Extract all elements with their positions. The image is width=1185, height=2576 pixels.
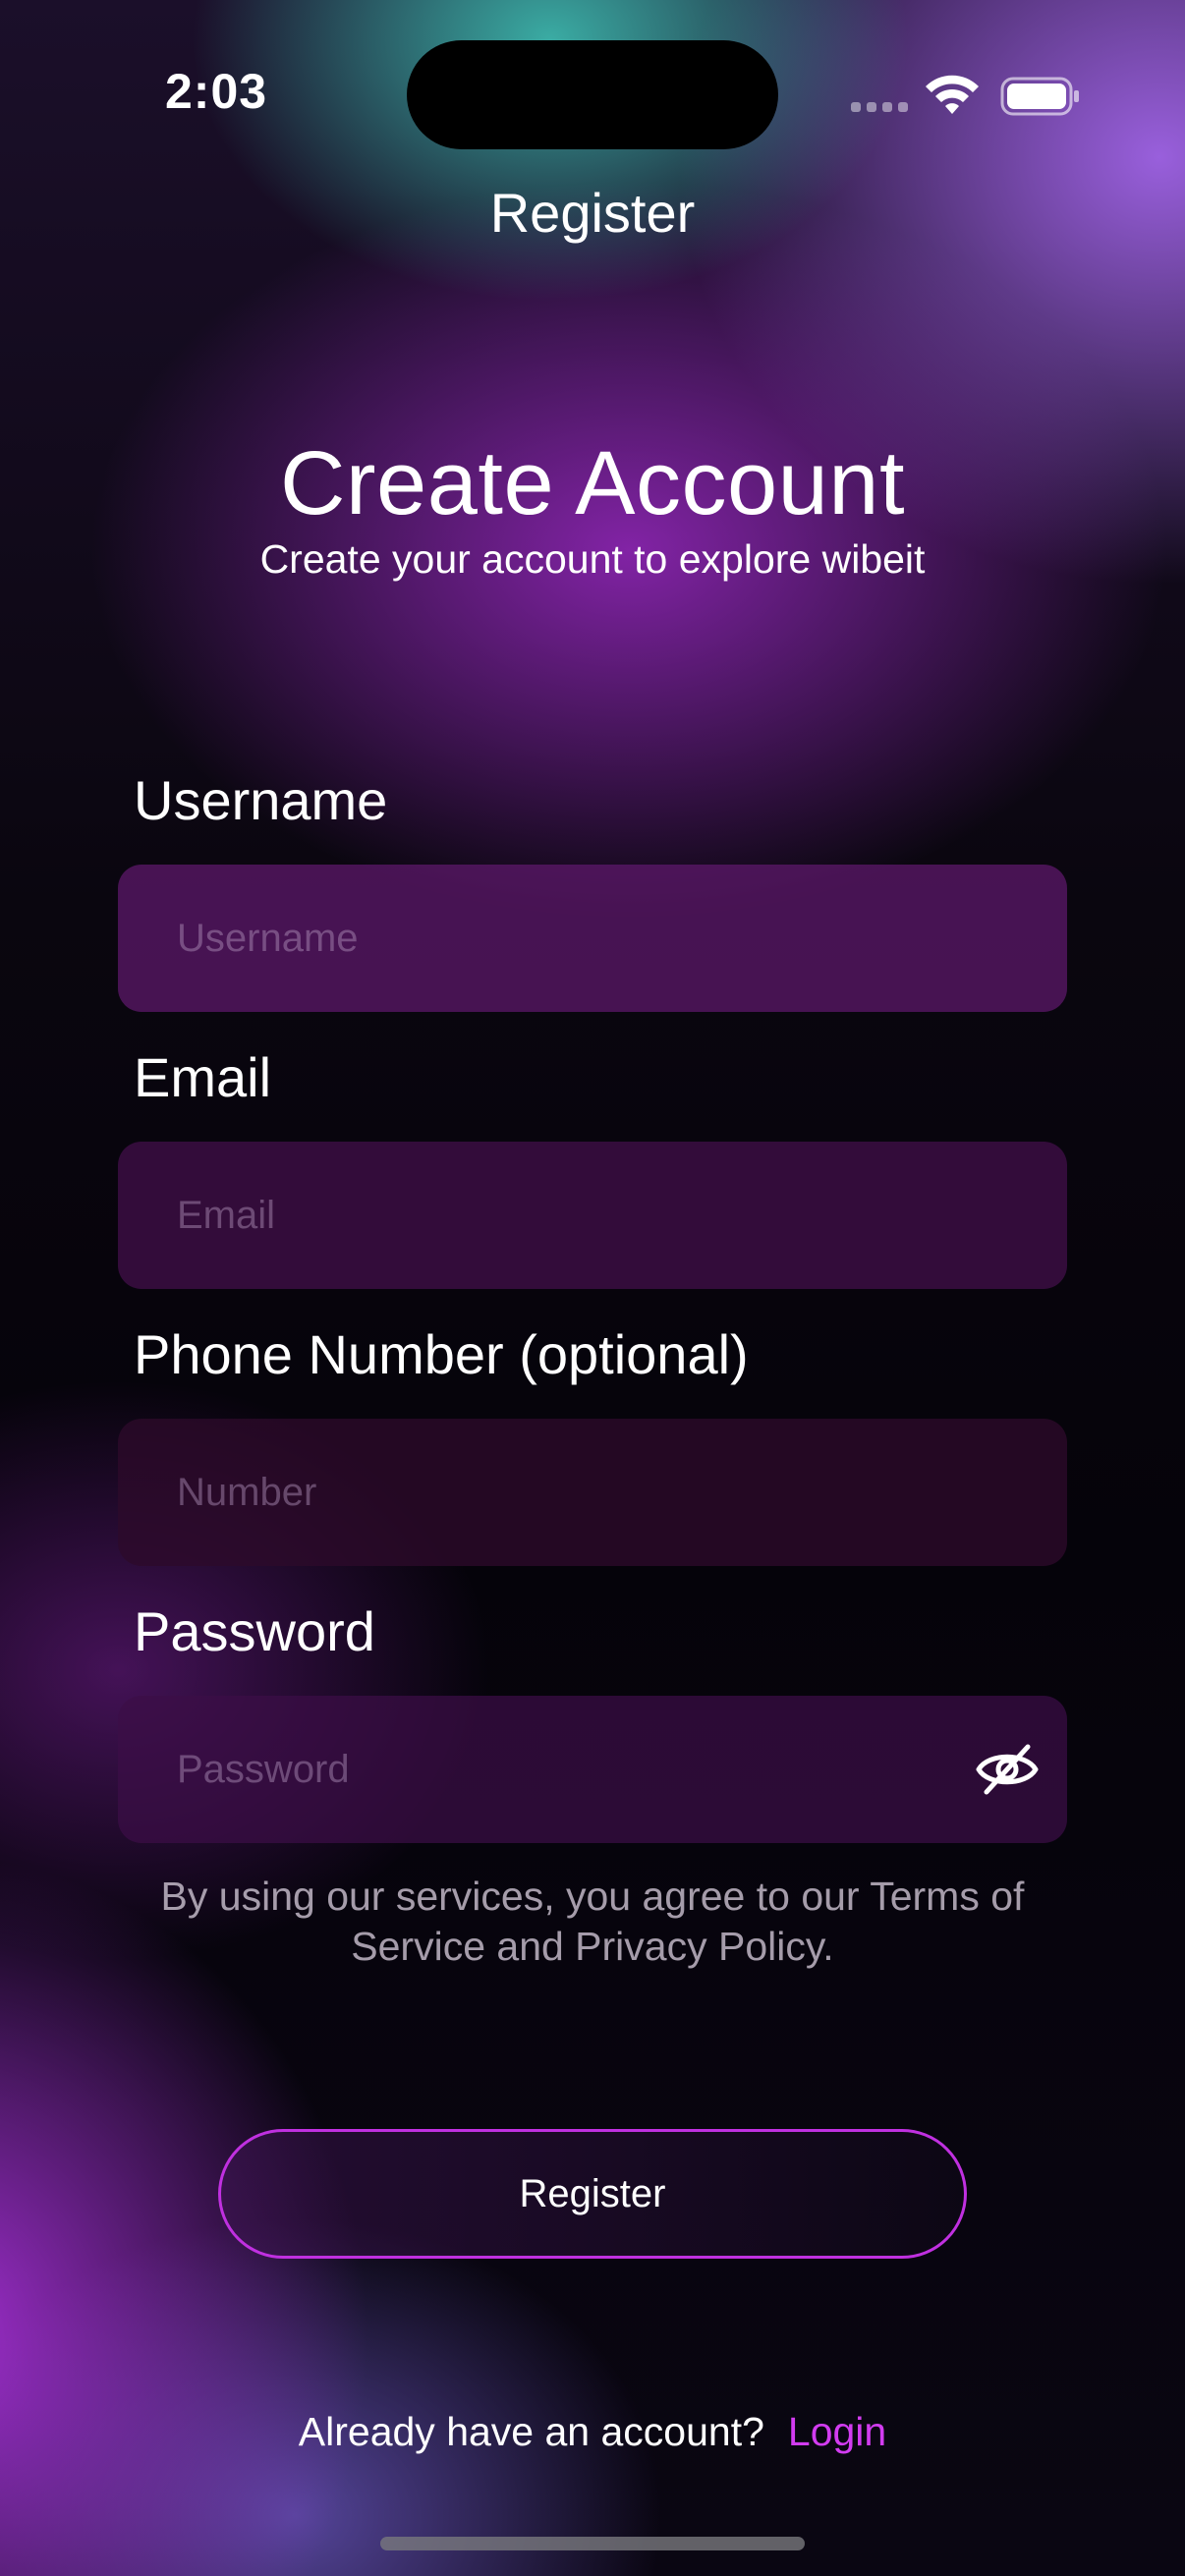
phone-field[interactable] xyxy=(118,1419,1067,1566)
password-label: Password xyxy=(134,1600,375,1662)
phone-label: Phone Number (optional) xyxy=(134,1323,749,1385)
page-subtitle: Create your account to explore wibeit xyxy=(259,536,926,582)
cellular-signal-icon xyxy=(851,102,908,112)
status-time: 2:03 xyxy=(165,64,268,119)
eye-slash-icon[interactable] xyxy=(973,1737,1042,1802)
terms-text: By using our services, you agree to our … xyxy=(160,1874,1025,1969)
username-label: Username xyxy=(134,769,388,831)
username-field[interactable] xyxy=(118,865,1067,1012)
dynamic-island xyxy=(407,40,778,149)
password-input[interactable] xyxy=(177,1696,963,1843)
login-prompt-text: Already have an account? xyxy=(298,2409,764,2454)
register-button[interactable]: Register xyxy=(218,2129,967,2259)
phone-input[interactable] xyxy=(177,1419,963,1566)
wifi-icon xyxy=(926,75,979,114)
email-input[interactable] xyxy=(177,1142,963,1289)
register-screen: 2:03 Register Create Account Create your… xyxy=(0,0,1185,2576)
email-field[interactable] xyxy=(118,1142,1067,1289)
page-title: Create Account xyxy=(279,433,906,533)
nav-title: Register xyxy=(489,182,696,244)
login-prompt: Already have an account? Login xyxy=(0,2409,1185,2455)
password-field[interactable] xyxy=(118,1696,1067,1843)
email-label: Email xyxy=(134,1046,272,1108)
username-input[interactable] xyxy=(177,865,963,1012)
battery-icon xyxy=(1000,77,1079,116)
home-indicator[interactable] xyxy=(380,2537,805,2550)
login-link[interactable]: Login xyxy=(788,2409,886,2454)
